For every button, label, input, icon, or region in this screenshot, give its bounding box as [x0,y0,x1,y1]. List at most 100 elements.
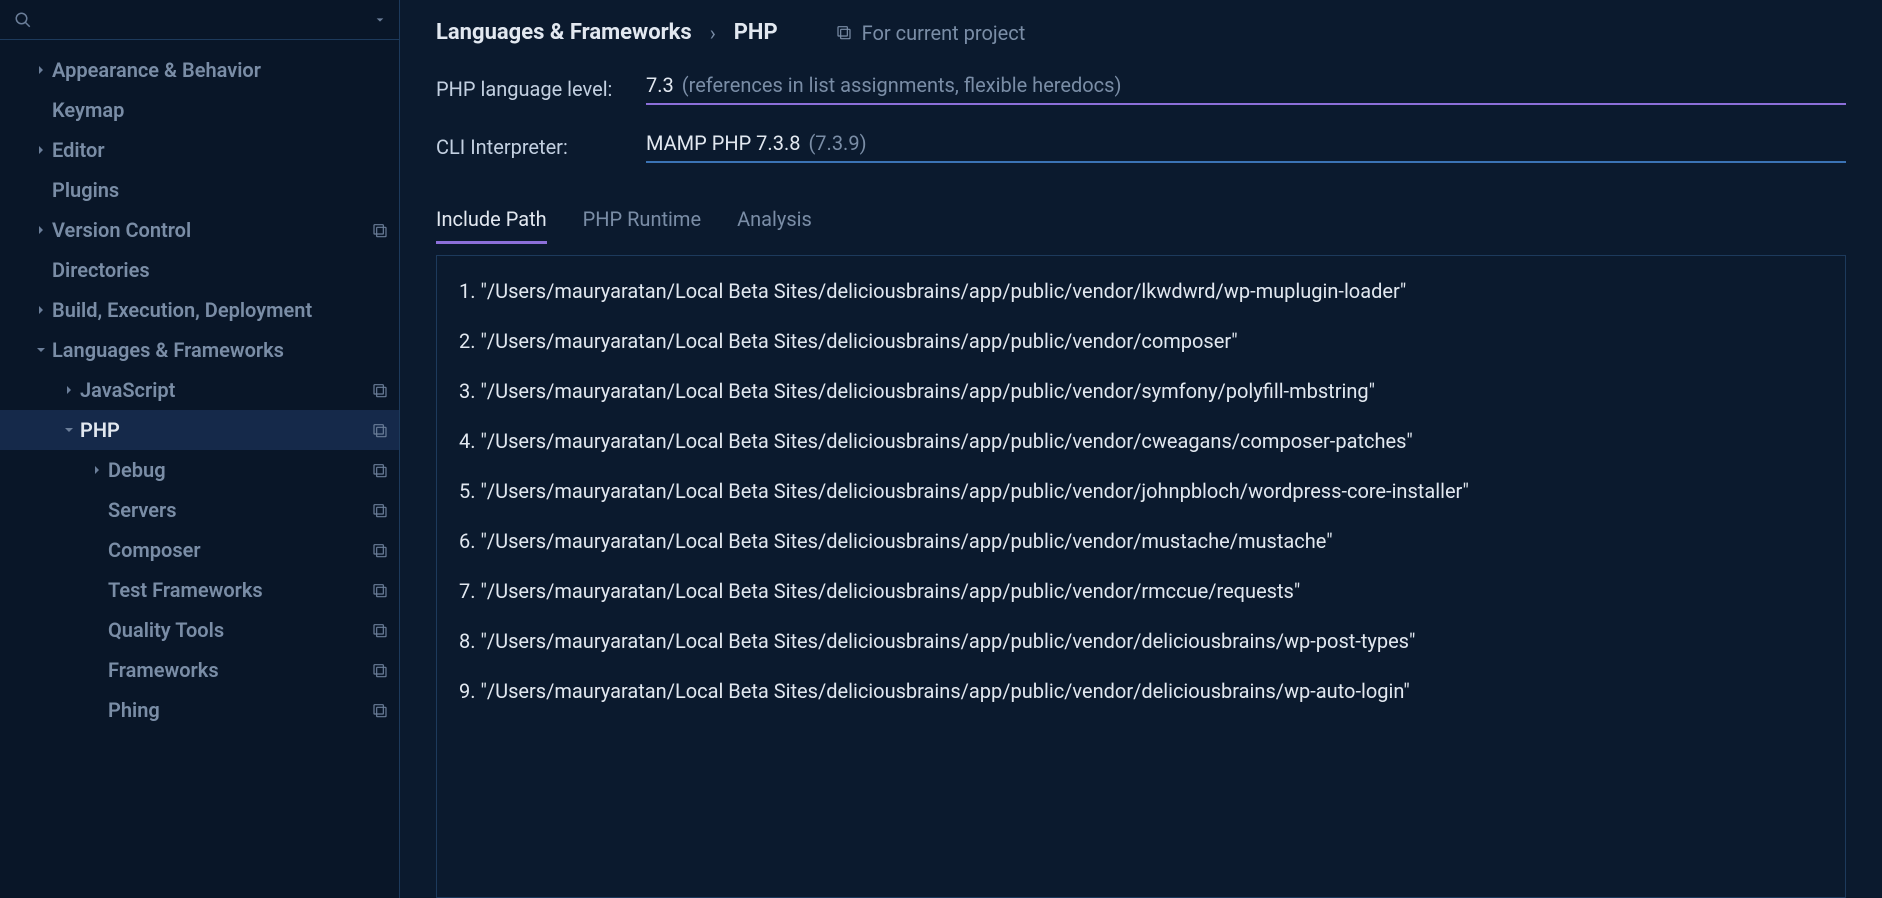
php-language-level-label: PHP language level: [436,77,646,101]
settings-tree[interactable]: Appearance & Behavior Keymap Editor Plugins… [0,40,399,898]
php-language-level-value: 7.3 [646,73,674,97]
sidebar-item-label: Editor [52,138,389,162]
sidebar-item-label: Test Frameworks [108,578,365,602]
tab-analysis[interactable]: Analysis [737,207,812,244]
sidebar-item-composer[interactable]: Composer [0,530,399,570]
sidebar-item-quality-tools[interactable]: Quality Tools [0,610,399,650]
include-path-row[interactable]: 4. "/Users/mauryaratan/Local Beta Sites/… [459,424,1823,458]
search-icon [14,11,32,29]
sidebar-item-plugins[interactable]: Plugins [0,170,399,210]
project-scope-icon [371,221,389,239]
include-path-row[interactable]: 3. "/Users/mauryaratan/Local Beta Sites/… [459,374,1823,408]
project-scope-icon [371,501,389,519]
sidebar-item-appearance-behavior[interactable]: Appearance & Behavior [0,50,399,90]
chevron-down-icon[interactable] [30,339,52,361]
project-scope-icon [371,421,389,439]
include-path-row[interactable]: 2. "/Users/mauryaratan/Local Beta Sites/… [459,324,1823,358]
project-scope-icon [371,461,389,479]
sidebar-item-keymap[interactable]: Keymap [0,90,399,130]
sidebar-search-row [0,0,399,40]
include-path-row[interactable]: 7. "/Users/mauryaratan/Local Beta Sites/… [459,574,1823,608]
sidebar-item-build-execution-deployment[interactable]: Build, Execution, Deployment [0,290,399,330]
sidebar-item-php[interactable]: PHP [0,410,399,450]
cli-interpreter-dropdown[interactable]: MAMP PHP 7.3.8 (7.3.9) [646,131,1846,163]
include-path-row[interactable]: 8. "/Users/mauryaratan/Local Beta Sites/… [459,624,1823,658]
sidebar-item-label: Build, Execution, Deployment [52,298,389,322]
include-path-list[interactable]: 1. "/Users/mauryaratan/Local Beta Sites/… [436,255,1846,898]
sidebar-item-label: Keymap [52,98,389,122]
project-scope-icon [371,541,389,559]
sidebar-item-label: Servers [108,498,365,522]
sidebar-item-label: Frameworks [108,658,365,682]
chevron-right-icon[interactable] [30,139,52,161]
project-scope-icon [371,661,389,679]
sidebar-item-servers[interactable]: Servers [0,490,399,530]
tab-php-runtime[interactable]: PHP Runtime [583,207,701,244]
chevron-spacer [86,619,108,641]
sidebar-item-label: Version Control [52,218,365,242]
php-fields: PHP language level: 7.3 (references in l… [400,63,1882,189]
sidebar-item-label: JavaScript [80,378,365,402]
sidebar-item-label: Languages & Frameworks [52,338,389,362]
chevron-spacer [86,579,108,601]
chevron-right-icon[interactable] [30,299,52,321]
settings-window: Appearance & Behavior Keymap Editor Plugins… [0,0,1882,898]
php-language-level-row: PHP language level: 7.3 (references in l… [436,73,1846,105]
project-scope-icon [371,381,389,399]
sidebar-item-label: Debug [108,458,365,482]
sidebar-item-test-frameworks[interactable]: Test Frameworks [0,570,399,610]
settings-sidebar: Appearance & Behavior Keymap Editor Plugins… [0,0,400,898]
breadcrumb-parent[interactable]: Languages & Frameworks [436,20,692,45]
sidebar-item-javascript[interactable]: JavaScript [0,370,399,410]
settings-main: Languages & Frameworks › PHP For current… [400,0,1882,898]
chevron-down-icon[interactable] [58,419,80,441]
project-scope-icon [371,701,389,719]
cli-interpreter-value: MAMP PHP 7.3.8 [646,131,800,155]
chevron-spacer [30,179,52,201]
chevron-spacer [86,499,108,521]
chevron-right-icon[interactable] [86,459,108,481]
chevron-right-icon[interactable] [30,59,52,81]
breadcrumb-separator: › [710,21,716,45]
include-path-row[interactable]: 5. "/Users/mauryaratan/Local Beta Sites/… [459,474,1823,508]
chevron-right-icon[interactable] [58,379,80,401]
sidebar-item-editor[interactable]: Editor [0,130,399,170]
chevron-spacer [30,99,52,121]
php-settings-tabs: Include Path PHP Runtime Analysis [400,189,1882,245]
include-path-row[interactable]: 6. "/Users/mauryaratan/Local Beta Sites/… [459,524,1823,558]
sidebar-item-frameworks[interactable]: Frameworks [0,650,399,690]
breadcrumb-scope: For current project [836,21,1026,45]
sidebar-item-label: Appearance & Behavior [52,58,389,82]
cli-interpreter-label: CLI Interpreter: [436,135,646,159]
sidebar-item-label: Composer [108,538,365,562]
chevron-right-icon[interactable] [30,219,52,241]
cli-interpreter-hint: (7.3.9) [808,131,866,155]
chevron-down-icon[interactable] [375,15,385,25]
project-scope-icon [836,21,852,45]
breadcrumb: Languages & Frameworks › PHP For current… [400,0,1882,63]
include-path-row[interactable]: 1. "/Users/mauryaratan/Local Beta Sites/… [459,274,1823,308]
chevron-spacer [86,659,108,681]
tab-include-path[interactable]: Include Path [436,207,547,244]
sidebar-item-debug[interactable]: Debug [0,450,399,490]
chevron-spacer [86,699,108,721]
cli-interpreter-row: CLI Interpreter: MAMP PHP 7.3.8 (7.3.9) [436,131,1846,163]
sidebar-item-version-control[interactable]: Version Control [0,210,399,250]
sidebar-item-label: Phing [108,698,365,722]
sidebar-item-languages-frameworks[interactable]: Languages & Frameworks [0,330,399,370]
sidebar-item-label: PHP [80,418,365,442]
sidebar-item-label: Plugins [52,178,389,202]
sidebar-item-directories[interactable]: Directories [0,250,399,290]
sidebar-item-phing[interactable]: Phing [0,690,399,730]
sidebar-item-label: Quality Tools [108,618,365,642]
breadcrumb-scope-label: For current project [862,21,1026,45]
include-path-row[interactable]: 9. "/Users/mauryaratan/Local Beta Sites/… [459,674,1823,708]
breadcrumb-child: PHP [734,20,778,45]
chevron-spacer [86,539,108,561]
chevron-spacer [30,259,52,281]
project-scope-icon [371,581,389,599]
sidebar-search-input[interactable] [38,8,369,31]
sidebar-item-label: Directories [52,258,389,282]
php-language-level-dropdown[interactable]: 7.3 (references in list assignments, fle… [646,73,1846,105]
project-scope-icon [371,621,389,639]
